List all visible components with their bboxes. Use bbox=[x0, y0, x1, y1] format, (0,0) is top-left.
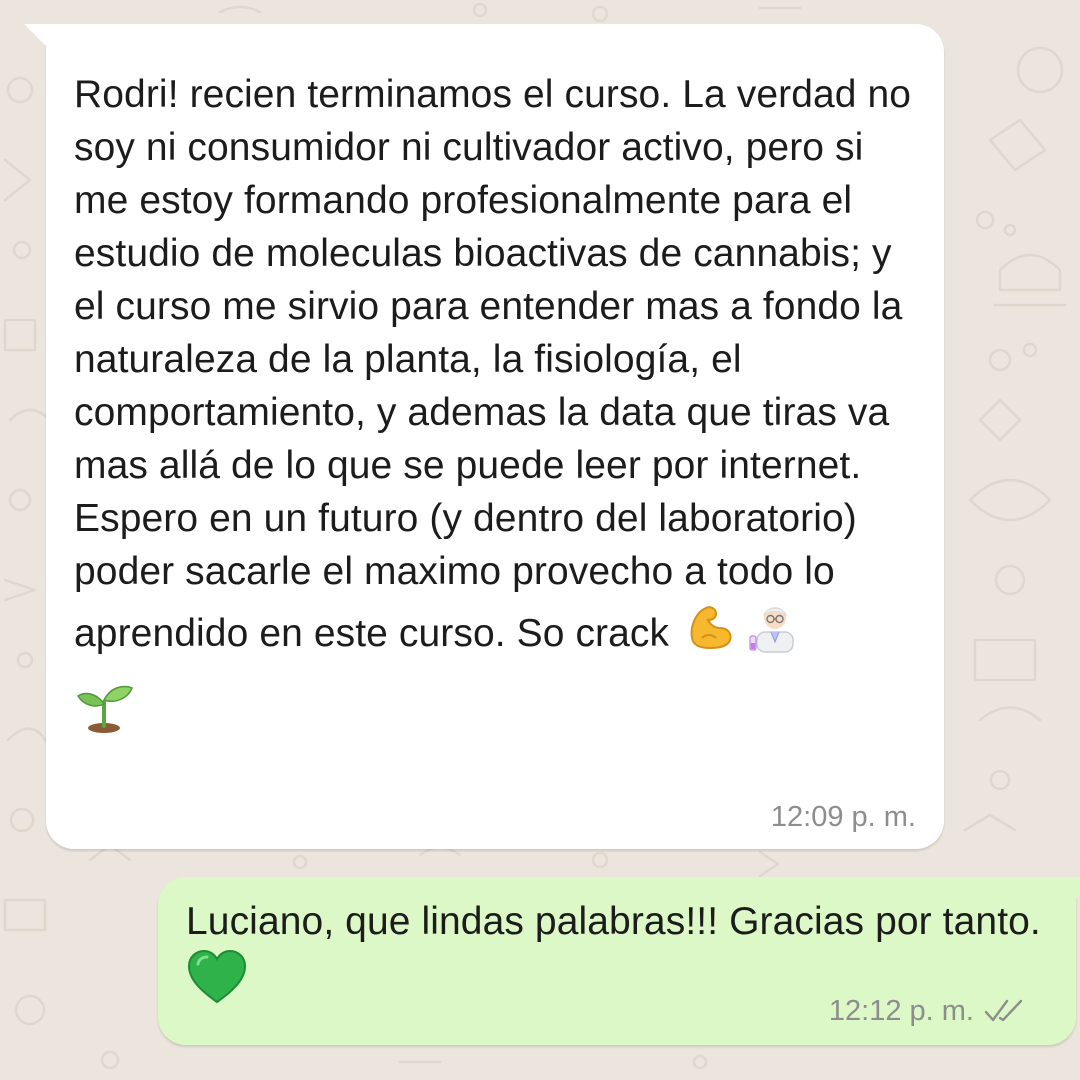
message-text: Luciano, que lindas palabras!!! Gracias … bbox=[186, 900, 1041, 943]
scientist-icon bbox=[747, 598, 803, 668]
chat-area[interactable]: Rodri! recien terminamos el curso. La ve… bbox=[0, 0, 1080, 1080]
incoming-message-bubble[interactable]: Rodri! recien terminamos el curso. La ve… bbox=[24, 24, 944, 849]
flexed-biceps-icon bbox=[680, 598, 736, 668]
seedling-icon bbox=[74, 674, 136, 750]
green-heart-icon bbox=[186, 948, 248, 1020]
message-meta: 12:12 p. m. bbox=[829, 995, 1028, 1027]
message-text: Rodri! recien terminamos el curso. La ve… bbox=[74, 73, 923, 655]
message-time: 12:09 p. m. bbox=[770, 801, 916, 833]
double-check-icon bbox=[984, 998, 1028, 1024]
outgoing-message-bubble[interactable]: Luciano, que lindas palabras!!! Gracias … bbox=[158, 877, 1080, 1045]
message-meta: 12:09 p. m. bbox=[771, 801, 916, 833]
message-time: 12:12 p. m. bbox=[828, 995, 974, 1027]
